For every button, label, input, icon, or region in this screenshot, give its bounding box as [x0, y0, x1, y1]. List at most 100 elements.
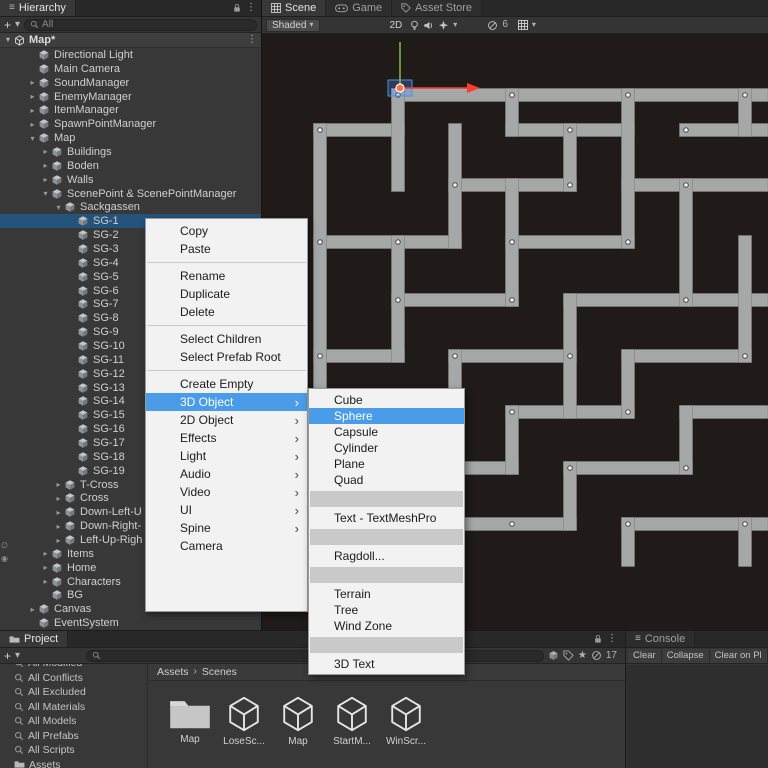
- view-tab[interactable]: Game: [326, 0, 393, 16]
- submenu-item[interactable]: [310, 529, 463, 545]
- hierarchy-row[interactable]: Main Camera: [0, 62, 261, 76]
- scene-audio-icon[interactable]: [423, 20, 434, 31]
- expand-arrow-icon[interactable]: ▸: [53, 494, 64, 503]
- pickability-toggle-icon[interactable]: ◉: [1, 554, 8, 563]
- expand-arrow-icon[interactable]: ▸: [27, 605, 38, 614]
- expand-arrow-icon[interactable]: ▸: [53, 536, 64, 545]
- hierarchy-row[interactable]: Directional Light: [0, 48, 261, 62]
- submenu-item[interactable]: Wind Zone: [309, 618, 464, 634]
- context-menu-item[interactable]: [147, 370, 306, 371]
- shading-mode-dropdown[interactable]: Shaded ▾: [266, 18, 320, 32]
- hierarchy-row[interactable]: ▾ Sackgassen: [0, 200, 261, 214]
- tab-console[interactable]: ≡ Console: [626, 631, 696, 647]
- context-menu-item[interactable]: 2D Object ›: [146, 411, 307, 429]
- create-add-button[interactable]: +: [4, 650, 11, 662]
- breadcrumb-current[interactable]: Scenes: [202, 666, 237, 678]
- visibility-toggle-icon[interactable]: ∅: [1, 541, 8, 550]
- context-menu-item[interactable]: Create Empty: [146, 375, 307, 393]
- submenu-item[interactable]: [310, 491, 463, 507]
- 2d-toggle-button[interactable]: 2D: [386, 20, 407, 31]
- submenu-item[interactable]: [310, 637, 463, 653]
- hierarchy-row[interactable]: EventSystem: [0, 616, 261, 630]
- kebab-menu-icon[interactable]: ⋮: [607, 634, 617, 644]
- expand-arrow-icon[interactable]: ▸: [40, 161, 51, 170]
- expand-arrow-icon[interactable]: ▾: [53, 203, 64, 212]
- scene-lighting-icon[interactable]: [410, 20, 419, 31]
- scene-kebab-icon[interactable]: ⋮: [247, 35, 257, 45]
- tab-project[interactable]: Project: [0, 631, 69, 647]
- submenu-item[interactable]: Ragdoll...: [309, 548, 464, 564]
- label-filter-icon[interactable]: [563, 650, 574, 661]
- favorite-star-icon[interactable]: ★: [578, 650, 587, 661]
- favorite-item[interactable]: All Models: [0, 714, 147, 729]
- submenu-item[interactable]: Text - TextMeshPro: [309, 510, 464, 526]
- context-menu-item[interactable]: Duplicate: [146, 285, 307, 303]
- context-menu-item[interactable]: Audio ›: [146, 465, 307, 483]
- hierarchy-row[interactable]: ▾ ScenePoint & ScenePointManager: [0, 187, 261, 201]
- expand-arrow-icon[interactable]: ▸: [27, 92, 38, 101]
- submenu-item[interactable]: Capsule: [309, 424, 464, 440]
- expand-arrow-icon[interactable]: ▸: [40, 175, 51, 184]
- grid-dropdown-caret-icon[interactable]: ▾: [532, 21, 536, 29]
- context-menu-item[interactable]: Camera: [146, 537, 307, 555]
- console-button[interactable]: Clear: [628, 648, 662, 663]
- asset-tile[interactable]: LoseSc...: [218, 695, 270, 747]
- favorite-item[interactable]: All Materials: [0, 700, 147, 715]
- scene-foldout-arrow[interactable]: ▾: [6, 36, 10, 44]
- context-menu-item[interactable]: Video ›: [146, 483, 307, 501]
- expand-arrow-icon[interactable]: ▾: [27, 134, 38, 143]
- expand-arrow-icon[interactable]: ▸: [27, 78, 38, 87]
- submenu-item[interactable]: Sphere: [309, 408, 464, 424]
- scene-effects-icon[interactable]: [438, 20, 449, 31]
- context-menu-item[interactable]: [147, 262, 306, 263]
- breadcrumb-root[interactable]: Assets: [157, 666, 189, 678]
- favorite-item[interactable]: All Conflicts: [0, 671, 147, 686]
- expand-arrow-icon[interactable]: ▸: [40, 549, 51, 558]
- context-menu-item[interactable]: UI ›: [146, 501, 307, 519]
- favorite-item[interactable]: All Prefabs: [0, 729, 147, 744]
- context-menu-item[interactable]: Spine ›: [146, 519, 307, 537]
- context-menu-item[interactable]: Light ›: [146, 447, 307, 465]
- asset-tile[interactable]: Map: [272, 695, 324, 747]
- asset-tile[interactable]: StartM...: [326, 695, 378, 747]
- context-menu-item[interactable]: Select Prefab Root: [146, 348, 307, 366]
- context-menu-item[interactable]: 3D Object ›: [146, 393, 307, 411]
- create-add-button[interactable]: +: [4, 19, 11, 31]
- expand-arrow-icon[interactable]: ▸: [53, 508, 64, 517]
- create-dropdown-caret-icon[interactable]: ▾: [15, 19, 20, 30]
- tab-hierarchy[interactable]: ≡ Hierarchy: [0, 0, 76, 16]
- submenu-item[interactable]: Tree: [309, 602, 464, 618]
- submenu-item[interactable]: Terrain: [309, 586, 464, 602]
- context-menu-item[interactable]: Rename: [146, 267, 307, 285]
- hierarchy-row[interactable]: ▾ Map: [0, 131, 261, 145]
- expand-arrow-icon[interactable]: ▸: [53, 480, 64, 489]
- expand-arrow-icon[interactable]: ▾: [40, 189, 51, 198]
- effects-dropdown-caret-icon[interactable]: ▾: [453, 21, 457, 29]
- console-log-area[interactable]: [626, 665, 768, 768]
- context-menu-item[interactable]: Effects ›: [146, 429, 307, 447]
- submenu-item[interactable]: Cube: [309, 392, 464, 408]
- expand-arrow-icon[interactable]: ▸: [53, 522, 64, 531]
- hierarchy-row[interactable]: ▸ SoundManager: [0, 76, 261, 90]
- submenu-item[interactable]: Plane: [309, 456, 464, 472]
- hierarchy-row[interactable]: ▸ Buildings: [0, 145, 261, 159]
- hierarchy-row[interactable]: ▸ ItemManager: [0, 103, 261, 117]
- package-filter-icon[interactable]: [548, 650, 559, 661]
- favorite-item[interactable]: All Scripts: [0, 743, 147, 758]
- favorite-item[interactable]: Assets: [0, 758, 147, 768]
- hidden-objects-icon[interactable]: [487, 20, 498, 31]
- lock-icon[interactable]: [594, 634, 602, 644]
- view-tab[interactable]: Asset Store: [392, 0, 483, 16]
- expand-arrow-icon[interactable]: ▸: [27, 120, 38, 129]
- hierarchy-row[interactable]: ▸ EnemyManager: [0, 90, 261, 104]
- hierarchy-row[interactable]: ▸ Boden: [0, 159, 261, 173]
- context-menu-item[interactable]: Paste: [146, 240, 307, 258]
- grid-settings-icon[interactable]: [517, 20, 528, 30]
- create-dropdown-caret-icon[interactable]: ▾: [15, 650, 20, 661]
- favorite-item[interactable]: All Excluded: [0, 685, 147, 700]
- submenu-item[interactable]: 3D Text: [309, 656, 464, 672]
- lock-icon[interactable]: [233, 3, 241, 13]
- context-menu-item[interactable]: Copy: [146, 222, 307, 240]
- hierarchy-row[interactable]: ▸ SpawnPointManager: [0, 117, 261, 131]
- hierarchy-row[interactable]: ▸ Walls: [0, 173, 261, 187]
